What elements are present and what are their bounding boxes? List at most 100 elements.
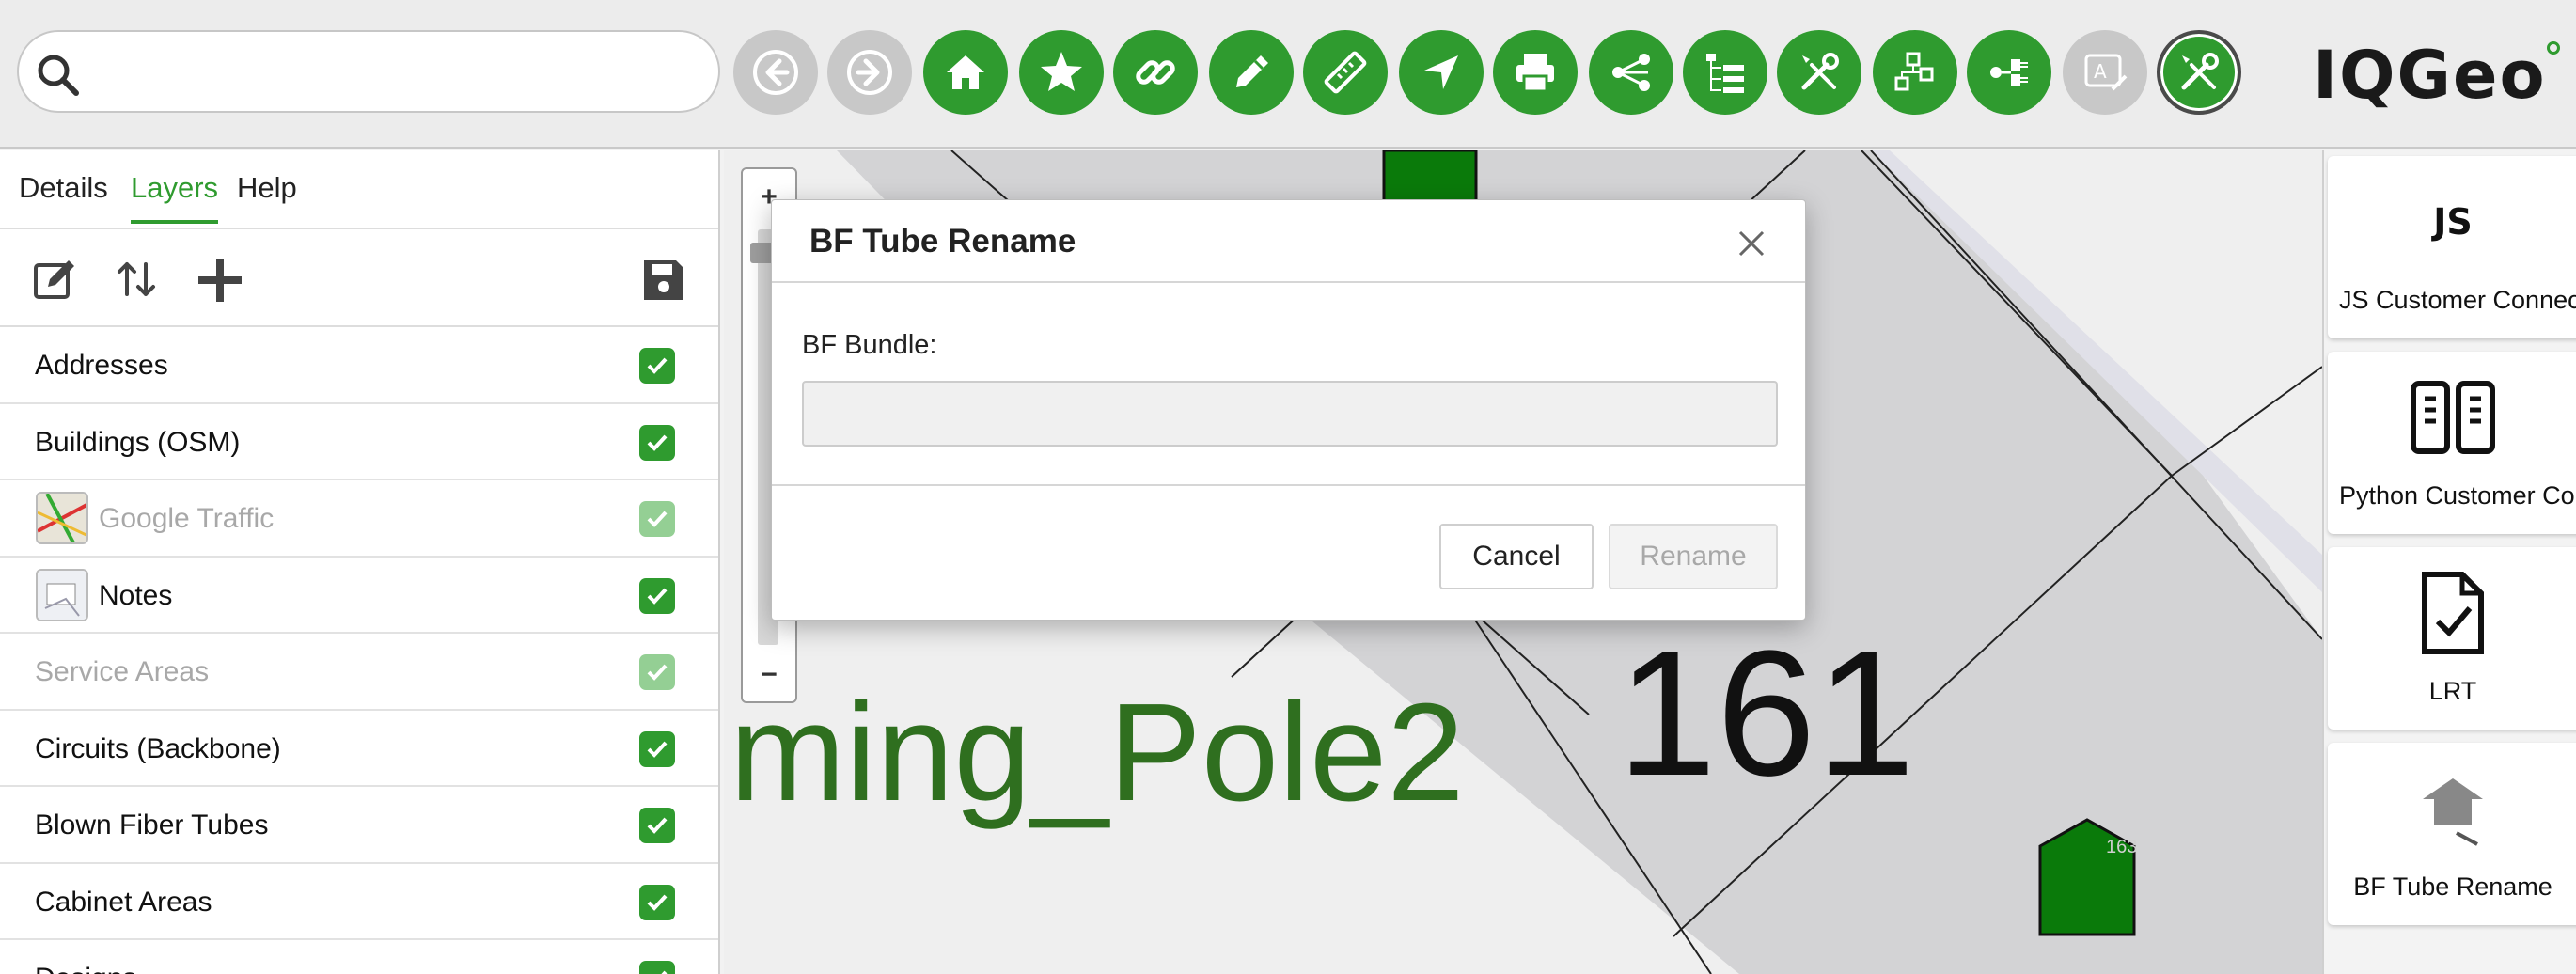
- bf-tube-rename-icon: [2328, 763, 2576, 854]
- checkmark-icon: [647, 588, 668, 605]
- layer-checkbox[interactable]: [639, 654, 675, 690]
- layer-checkbox[interactable]: [639, 730, 675, 767]
- pencil-icon: [1236, 55, 1268, 87]
- share-icon: [1612, 54, 1650, 91]
- checkmark-icon: [647, 357, 668, 374]
- cancel-button[interactable]: Cancel: [1439, 524, 1594, 589]
- label-edit-icon: A: [2084, 54, 2128, 91]
- layer-checkbox[interactable]: [639, 808, 675, 843]
- layer-checkbox[interactable]: [639, 424, 675, 461]
- app-label: Python Customer Connection: [2339, 481, 2576, 510]
- layer-row-blown-fiber-tubes[interactable]: Blown Fiber Tubes: [0, 787, 718, 864]
- map-label-address-163: 163: [2106, 837, 2138, 857]
- layer-row-circuits[interactable]: Circuits (Backbone): [0, 711, 718, 787]
- layer-list: Addresses Buildings (OSM) Google Traffic…: [0, 327, 718, 974]
- applications-panel: JS JS Customer Connection Python Custome…: [2322, 150, 2576, 974]
- tab-details[interactable]: Details: [19, 171, 108, 205]
- rename-button[interactable]: Rename: [1609, 524, 1778, 589]
- ruler-icon: [1324, 51, 1367, 94]
- app-python-customer-connection[interactable]: Python Customer Connection: [2328, 352, 2576, 534]
- network-icon: [1894, 52, 1934, 91]
- save-layers-button[interactable]: [637, 254, 690, 306]
- checkmark-icon: [647, 817, 668, 834]
- bf-bundle-field[interactable]: [802, 381, 1778, 447]
- home-button[interactable]: [923, 30, 1008, 115]
- layer-row-buildings[interactable]: Buildings (OSM): [0, 404, 718, 480]
- navigate-button[interactable]: [1399, 30, 1484, 115]
- star-icon: [1041, 52, 1082, 91]
- back-button[interactable]: [733, 30, 818, 115]
- tab-help[interactable]: Help: [237, 171, 297, 205]
- add-icon: [198, 259, 242, 302]
- edit-button[interactable]: [1209, 30, 1294, 115]
- layer-checkbox[interactable]: [639, 577, 675, 614]
- search-icon: [38, 55, 79, 96]
- layer-checkbox[interactable]: [639, 501, 675, 537]
- layer-row-addresses[interactable]: Addresses: [0, 327, 718, 404]
- forward-arrow-icon: [847, 50, 892, 95]
- layer-row-google-traffic[interactable]: Google Traffic: [0, 480, 718, 558]
- close-button[interactable]: [1733, 225, 1770, 262]
- dialog-body: BF Bundle:: [772, 283, 1805, 486]
- tools-icon: [2181, 53, 2219, 90]
- checkmark-icon: [647, 894, 668, 911]
- layer-name: Cabinet Areas: [35, 886, 212, 918]
- app-lrt[interactable]: LRT: [2328, 547, 2576, 730]
- tools-active-button[interactable]: [2157, 30, 2241, 115]
- js-icon: JS: [2433, 201, 2473, 243]
- network-trace-button[interactable]: [1873, 30, 1957, 115]
- close-icon: [1738, 230, 1765, 257]
- tools-icon: [1801, 53, 1839, 90]
- measure-button[interactable]: [1303, 30, 1388, 115]
- iqgeo-logo: IQGeo: [2313, 37, 2560, 114]
- layer-checkbox[interactable]: [639, 348, 675, 384]
- navigate-icon: [1424, 55, 1458, 89]
- checkmark-icon: [647, 741, 668, 758]
- layer-checkbox[interactable]: [639, 884, 675, 920]
- checkmark-icon: [661, 970, 668, 974]
- plug-connect-icon: [1990, 59, 2028, 86]
- layer-checkbox[interactable]: [639, 961, 675, 974]
- app-label: BF Tube Rename: [2353, 872, 2552, 901]
- share-button[interactable]: [1589, 30, 1673, 115]
- tree-list-icon: [1706, 54, 1744, 93]
- layer-name: Google Traffic: [99, 503, 275, 534]
- notes-thumbnail-icon: [36, 568, 88, 621]
- edit-layers-button[interactable]: [28, 254, 81, 306]
- structure-tree-button[interactable]: [1683, 30, 1767, 115]
- layer-row-service-areas[interactable]: Service Areas: [0, 634, 718, 711]
- sort-layers-button[interactable]: [111, 254, 164, 306]
- dialog-title: BF Tube Rename: [809, 223, 1076, 259]
- traffic-map-thumbnail-icon: [36, 492, 88, 544]
- layer-name: Designs: [35, 963, 136, 974]
- app-label: JS Customer Connection: [2339, 286, 2576, 314]
- link-icon: [1136, 60, 1175, 85]
- tab-layers[interactable]: Layers: [131, 171, 219, 224]
- search-box[interactable]: [17, 30, 720, 113]
- label-edit-button[interactable]: A: [2063, 30, 2147, 115]
- bookmarks-button[interactable]: [1019, 30, 1104, 115]
- document-check-icon: [2328, 568, 2576, 658]
- connect-button[interactable]: [1967, 30, 2051, 115]
- map-label-address-161: 161: [1617, 614, 1916, 813]
- layer-toolbar: [0, 229, 718, 327]
- search-input[interactable]: [94, 45, 696, 98]
- app-js-customer-connection[interactable]: JS JS Customer Connection: [2328, 156, 2576, 338]
- forward-button[interactable]: [827, 30, 912, 115]
- checkmark-icon: [647, 511, 668, 527]
- layer-name: Addresses: [35, 350, 168, 381]
- link-button[interactable]: [1113, 30, 1198, 115]
- print-button[interactable]: [1493, 30, 1578, 115]
- app-label: LRT: [2428, 677, 2477, 705]
- bf-tube-rename-dialog: BF Tube Rename BF Bundle: Cancel Rename: [771, 199, 1806, 621]
- layer-row-designs[interactable]: Designs: [0, 940, 718, 974]
- layer-name: Notes: [99, 579, 173, 611]
- dialog-header: BF Tube Rename: [772, 200, 1805, 283]
- layer-row-notes[interactable]: Notes: [0, 558, 718, 634]
- top-toolbar: A IQGeo: [0, 0, 2576, 149]
- tools-button[interactable]: [1777, 30, 1861, 115]
- app-bf-tube-rename[interactable]: BF Tube Rename: [2328, 743, 2576, 925]
- layer-name: Circuits (Backbone): [35, 732, 281, 764]
- layer-row-cabinet-areas[interactable]: Cabinet Areas: [0, 864, 718, 940]
- add-layer-button[interactable]: [194, 254, 246, 306]
